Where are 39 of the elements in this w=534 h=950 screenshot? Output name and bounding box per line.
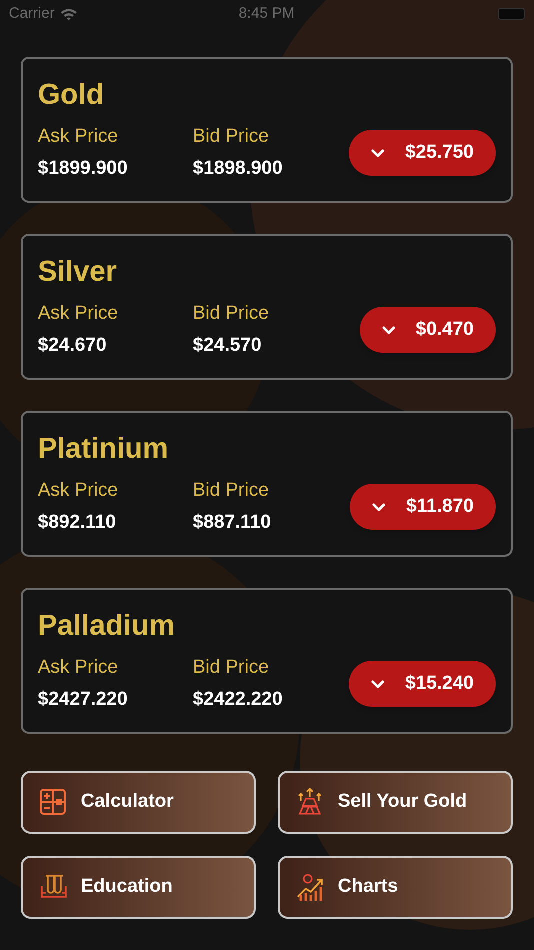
price-value: $24.570	[193, 334, 263, 358]
menu-button[interactable]: Education	[21, 856, 256, 919]
menu-button[interactable]: Calculator	[21, 771, 256, 834]
price-change-badge: $0.470	[360, 307, 496, 353]
calculator-icon	[39, 788, 67, 818]
price-change-badge: $11.870	[350, 484, 496, 530]
bar-chart-icon	[296, 872, 324, 902]
price-label: Bid Price	[193, 479, 270, 503]
menu-button[interactable]: Charts	[278, 856, 513, 919]
chevron-icon	[371, 680, 386, 688]
chevron-icon	[371, 148, 386, 158]
price-label: Ask Price	[38, 656, 120, 680]
price-value: $2427.220	[38, 688, 129, 712]
metal-name: Gold	[38, 78, 106, 113]
metal-name: Platinium	[38, 432, 170, 467]
metal-name: Silver	[38, 255, 118, 290]
chevron-icon	[372, 502, 386, 512]
ingot-stack-icon	[296, 788, 324, 818]
price-value: $1899.900	[38, 157, 129, 181]
price-label: Ask Price	[38, 302, 120, 326]
battery-icon	[498, 8, 525, 20]
price-label: Bid Price	[193, 656, 270, 680]
price-value: $1898.900	[193, 157, 284, 181]
price-change-badge: $25.750	[349, 130, 496, 176]
menu-button[interactable]: Sell Your Gold	[278, 771, 513, 834]
price-label: Bid Price	[193, 125, 270, 149]
metal-name: Palladium	[38, 609, 176, 644]
price-label: Ask Price	[38, 479, 120, 503]
price-label: Ask Price	[38, 125, 120, 149]
status-time: 8:45 PM	[238, 4, 295, 24]
price-change-badge: $15.240	[349, 661, 496, 707]
price-label: Bid Price	[193, 302, 270, 326]
price-value: $892.110	[38, 511, 118, 535]
price-value: $887.110	[193, 511, 272, 535]
chevron-icon	[382, 326, 396, 334]
price-value: $2422.220	[193, 688, 284, 712]
price-value: $24.670	[38, 334, 108, 358]
wifi-icon	[60, 8, 78, 20]
carrier-label: Carrier	[9, 4, 55, 24]
